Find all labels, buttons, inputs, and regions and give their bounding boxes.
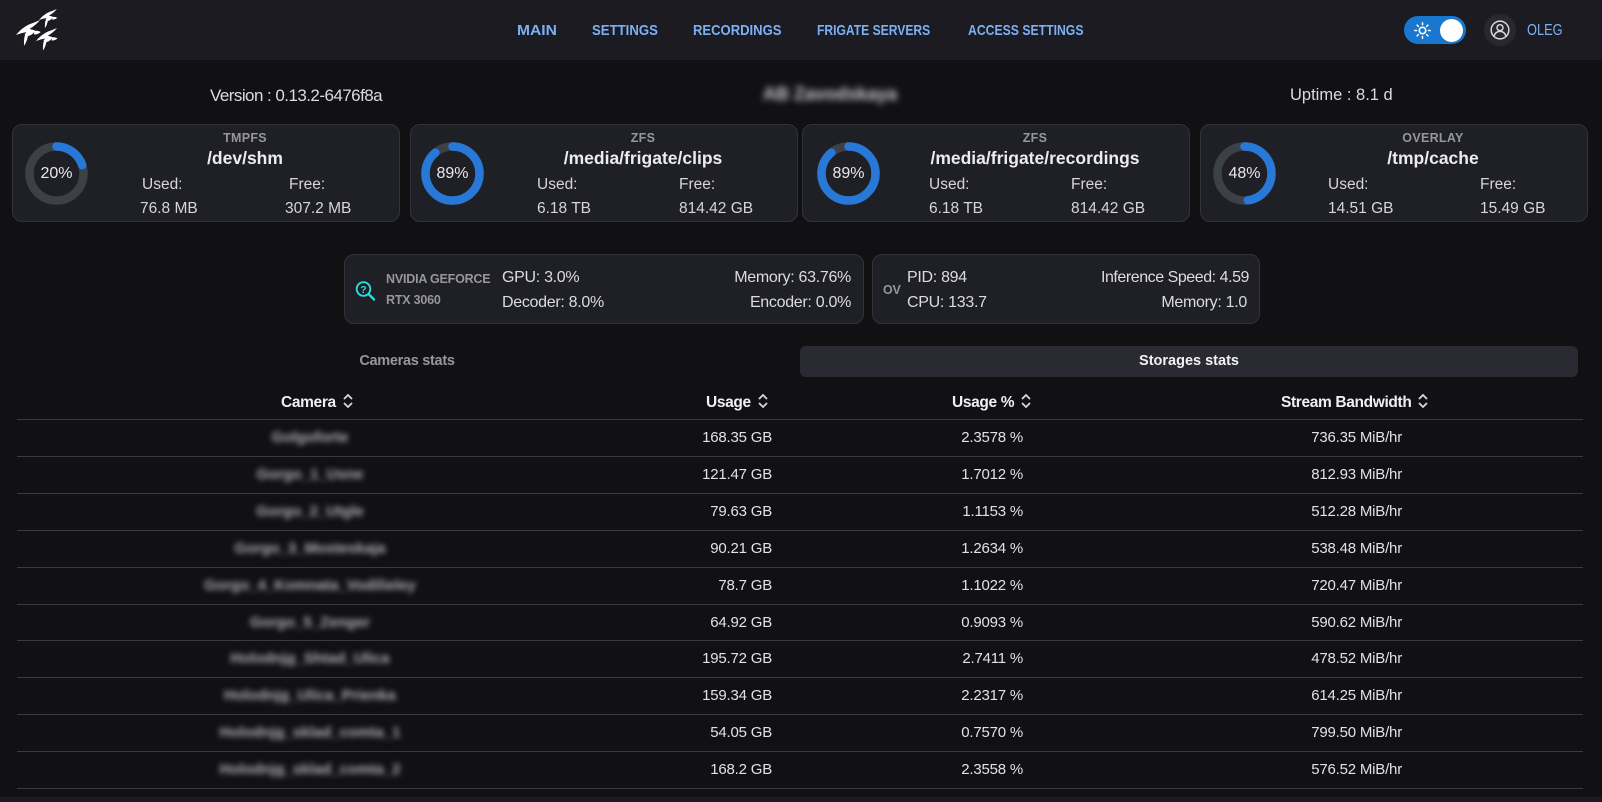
svg-text:?: ? — [360, 284, 366, 296]
